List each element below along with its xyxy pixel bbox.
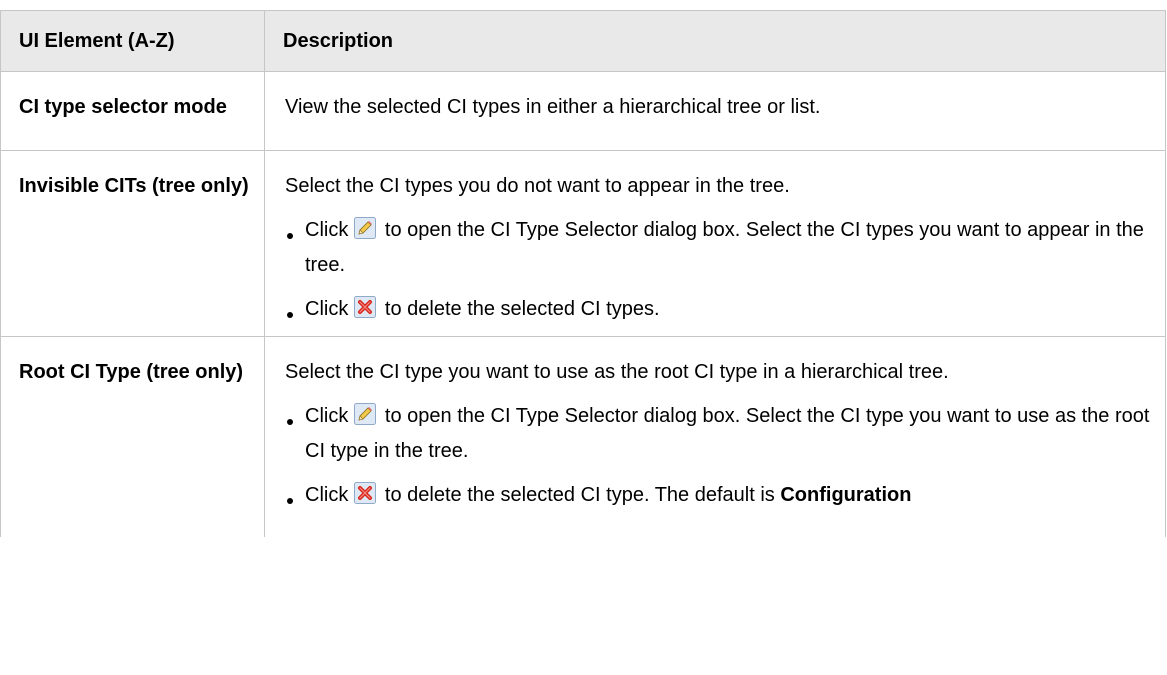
ui-element-name: Root CI Type (tree only) — [0, 336, 265, 537]
description-cell: Select the CI type you want to use as th… — [264, 336, 1166, 537]
table-header-row: UI Element (A-Z) Description — [0, 10, 1166, 72]
delete-x-icon — [354, 296, 377, 318]
bullet-suffix: to delete the selected CI type. The defa… — [384, 484, 775, 506]
table-row: Invisible CITs (tree only) Select the CI… — [0, 150, 1166, 337]
bullet-prefix: Click — [305, 484, 349, 506]
bullet-dot — [287, 312, 293, 318]
ui-element-name: Invisible CITs (tree only) — [0, 150, 265, 337]
list-item: Click to delete the selected CI types. — [285, 292, 1151, 327]
ui-element-name: CI type selector mode — [0, 71, 265, 151]
bullet-suffix: to delete the selected CI types. — [384, 298, 660, 320]
description-text: View the selected CI types in either a h… — [285, 96, 821, 118]
list-item: Click to open the CI Type Selector dialo… — [285, 399, 1151, 469]
description-text: Select the CI types you do not want to a… — [285, 175, 790, 197]
edit-pencil-icon — [354, 217, 377, 239]
bullet-dot — [287, 498, 293, 504]
bullet-prefix: Click — [305, 219, 349, 241]
description-cell: View the selected CI types in either a h… — [264, 71, 1166, 151]
bullet-list: Click to open the CI Type Selector dialo… — [285, 399, 1151, 513]
bullet-prefix: Click — [305, 298, 349, 320]
header-description: Description — [264, 10, 1166, 72]
delete-x-icon — [354, 482, 377, 504]
bullet-prefix: Click — [305, 405, 349, 427]
bullet-suffix: to open the CI Type Selector dialog box.… — [305, 219, 1144, 276]
table-row: Root CI Type (tree only) Select the CI t… — [0, 336, 1166, 537]
list-item: Click to delete the selected CI type. Th… — [285, 478, 1151, 513]
header-ui-element: UI Element (A-Z) — [0, 10, 265, 72]
default-value: Configuration — [780, 484, 912, 506]
description-cell: Select the CI types you do not want to a… — [264, 150, 1166, 337]
edit-pencil-icon — [354, 403, 377, 425]
table-row: CI type selector mode View the selected … — [0, 71, 1166, 151]
ui-elements-table: UI Element (A-Z) Description CI type sel… — [0, 10, 1166, 537]
description-text: Select the CI type you want to use as th… — [285, 361, 949, 383]
list-item: Click to open the CI Type Selector dialo… — [285, 213, 1151, 283]
bullet-dot — [287, 233, 293, 239]
bullet-suffix: to open the CI Type Selector dialog box.… — [305, 405, 1150, 462]
bullet-list: Click to open the CI Type Selector dialo… — [285, 213, 1151, 327]
bullet-dot — [287, 419, 293, 425]
